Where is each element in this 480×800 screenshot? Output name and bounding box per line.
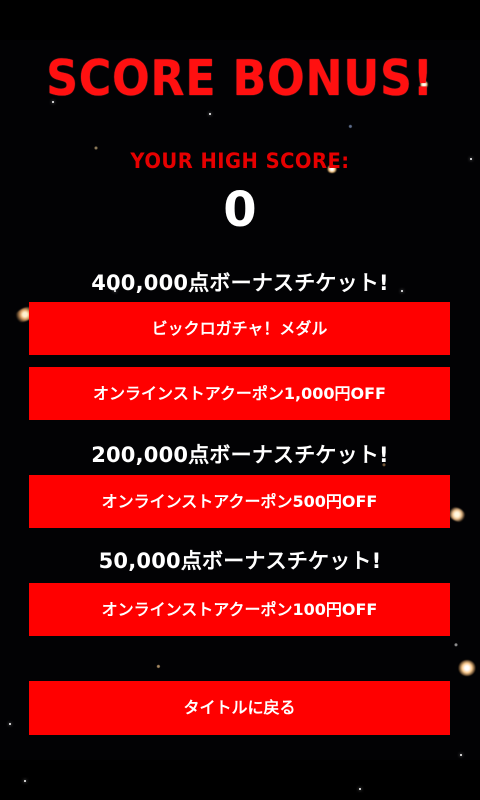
page-title: SCORE BONUS! xyxy=(46,50,434,107)
back-to-title-button[interactable]: タイトルに戻る xyxy=(29,681,450,735)
star-decoration xyxy=(24,780,26,782)
star-decoration xyxy=(359,788,361,790)
score-bonus-screen: SCORE BONUS! YOUR HIGH SCORE: 0 400,000点… xyxy=(0,0,480,800)
online-store-coupon-500-button[interactable]: オンラインストアクーポン500円OFF xyxy=(29,475,450,528)
section-title-50000: 50,000点ボーナスチケット! xyxy=(98,549,382,573)
online-store-coupon-1000-button[interactable]: オンラインストアクーポン1,000円OFF xyxy=(29,367,450,420)
section-title-400000: 400,000点ボーナスチケット! xyxy=(91,271,389,295)
star-decoration xyxy=(460,754,462,756)
star-decoration xyxy=(9,723,11,725)
online-store-coupon-100-button[interactable]: オンラインストアクーポン100円OFF xyxy=(29,583,450,636)
section-title-200000: 200,000点ボーナスチケット! xyxy=(91,443,389,467)
bicqlo-gacha-medal-button[interactable]: ビックロガチャ！メダル xyxy=(29,302,450,355)
star-decoration xyxy=(209,113,211,115)
star-decoration xyxy=(470,158,472,160)
galaxy-decoration xyxy=(458,660,476,676)
high-score-label: YOUR HIGH SCORE: xyxy=(130,149,350,173)
high-score-value: 0 xyxy=(223,182,257,238)
